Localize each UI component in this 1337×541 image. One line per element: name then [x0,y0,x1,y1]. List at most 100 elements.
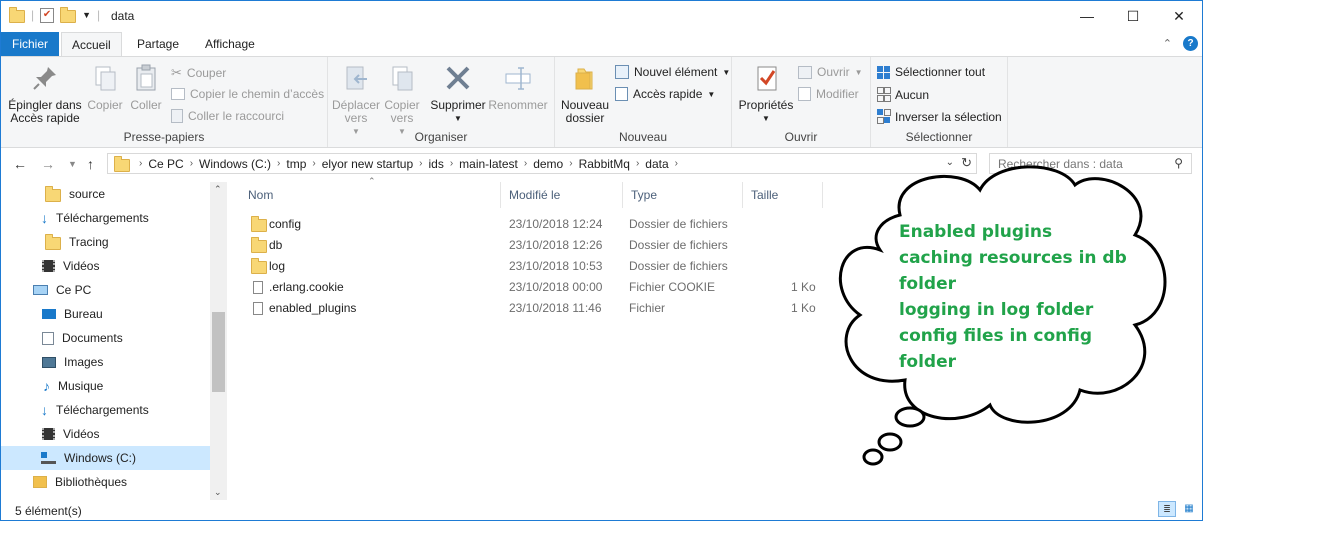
nav-item-this-pc[interactable]: Ce PC [33,278,91,302]
breadcrumb-item[interactable]: Ce PC [148,157,183,171]
move-to-button[interactable]: Déplacer vers ▼ [332,63,380,138]
breadcrumb-item[interactable]: main-latest [459,157,518,171]
rename-button[interactable]: Renommer [488,63,548,112]
computer-icon [33,285,48,295]
nav-item-videos[interactable]: Vidéos [42,254,99,278]
column-name[interactable]: Nom [240,182,501,208]
file-name: enabled_plugins [269,301,357,315]
drive-icon [41,452,56,464]
properties-qat-icon[interactable]: ✔ [40,7,55,23]
column-size[interactable]: Taille [743,182,823,208]
breadcrumb-item[interactable]: demo [533,157,563,171]
forward-arrow-icon[interactable]: → [41,156,55,172]
move-to-icon [346,66,367,90]
column-modified[interactable]: Modifié le [501,182,623,208]
chevron-right-icon[interactable]: › [636,158,639,169]
chevron-right-icon[interactable]: › [190,158,193,169]
minimize-button[interactable]: — [1064,1,1110,31]
breadcrumb-item[interactable]: RabbitMq [579,157,630,171]
recent-locations-icon[interactable]: ▼ [68,159,77,169]
nav-item-source[interactable]: source [45,182,105,206]
customize-qat-icon[interactable]: ▼ [82,10,91,20]
up-arrow-icon[interactable]: ↑ [87,156,94,172]
download-icon: ↓ [41,210,48,226]
open-group: Propriétés ▼ Ouvrir ▼ Modifier Ouvrir [732,57,871,147]
file-type: Fichier COOKIE [629,280,716,294]
nav-item-libraries[interactable]: Bibliothèques [33,470,127,494]
dropdown-arrow-icon: ▼ [707,89,716,99]
pin-quick-access-button[interactable]: Épingler dans Accès rapide [7,63,83,125]
delete-button[interactable]: Supprimer ▼ [430,63,486,125]
file-modified: 23/10/2018 11:46 [509,301,602,315]
chevron-right-icon: › [139,158,143,169]
new-item-button[interactable]: Nouvel élément ▼ [615,65,730,79]
properties-button[interactable]: Propriétés ▼ [736,63,796,125]
collapse-ribbon-icon[interactable]: ⌃ [1163,37,1172,50]
breadcrumb-item[interactable]: Windows (C:) [199,157,271,171]
select-all-button[interactable]: Sélectionner tout [877,65,985,79]
video-icon [42,428,55,440]
breadcrumb-item[interactable]: tmp [286,157,306,171]
copy-to-button[interactable]: Copier vers ▼ [380,63,424,138]
chevron-right-icon[interactable]: › [419,158,422,169]
nav-item-windows-c[interactable]: Windows (C:) [1,446,210,470]
video-icon [42,260,55,272]
breadcrumb-item[interactable]: data [645,157,668,171]
close-button[interactable]: ✕ [1156,1,1202,31]
chevron-right-icon[interactable]: › [569,158,572,169]
chevron-right-icon[interactable]: › [277,158,280,169]
open-button[interactable]: Ouvrir ▼ [798,65,863,79]
open-icon [798,65,812,79]
tab-share[interactable]: Partage [127,32,189,56]
ribbon-tabs: Fichier Accueil Partage Affichage ⌃ ? [1,32,1202,56]
copy-button[interactable]: Copier [85,63,125,112]
folder-icon [114,155,130,172]
nav-item-tracing[interactable]: Tracing [45,230,109,254]
chevron-right-icon[interactable]: › [524,158,527,169]
chevron-right-icon[interactable]: › [450,158,453,169]
invert-selection-button[interactable]: Inverser la sélection [877,109,1002,124]
file-modified: 23/10/2018 00:00 [509,280,603,294]
pin-icon [33,67,56,90]
cut-button[interactable]: ✂ Couper [171,65,226,81]
copy-path-button[interactable]: Copier le chemin d’accès [171,87,324,101]
nav-item-documents[interactable]: Documents [42,326,123,350]
select-none-button[interactable]: Aucun [877,87,929,102]
select-group-label: Sélectionner [905,130,973,144]
file-type: Fichier [629,301,666,315]
annotation-line: config files in config [899,326,1093,346]
scroll-up-icon[interactable]: ⌃ [214,184,222,195]
paste-shortcut-button[interactable]: Coller le raccourci [171,109,284,123]
file-modified: 23/10/2018 12:26 [509,238,603,252]
help-icon[interactable]: ? [1183,36,1198,51]
details-view-icon[interactable]: ≣ [1158,501,1176,517]
chevron-right-icon[interactable]: › [312,158,315,169]
nav-item-desktop[interactable]: Bureau [42,302,103,326]
breadcrumb-item[interactable]: elyor new startup [322,157,413,171]
modify-button[interactable]: Modifier [798,87,859,101]
scroll-down-icon[interactable]: ⌄ [214,487,222,498]
file-type: Dossier de fichiers [629,238,728,252]
nav-item-videos-pc[interactable]: Vidéos [42,422,99,446]
nav-item-images[interactable]: Images [42,350,103,374]
nav-scrollbar[interactable]: ⌃ ⌄ [210,182,227,500]
nav-item-music[interactable]: ♪ Musique [43,374,103,398]
easy-access-button[interactable]: Accès rapide ▼ [615,87,715,101]
scrollbar-thumb[interactable] [212,312,225,392]
tab-file[interactable]: Fichier [1,32,59,56]
breadcrumb-item[interactable]: ids [428,157,443,171]
nav-item-downloads[interactable]: ↓ Téléchargements [41,206,149,230]
paste-button[interactable]: Coller [127,63,165,112]
nav-item-downloads-pc[interactable]: ↓ Téléchargements [41,398,149,422]
column-type[interactable]: Type [623,182,743,208]
large-icons-view-icon[interactable]: ▦ [1180,501,1198,517]
new-folder-qat-icon[interactable] [60,7,77,23]
tab-view[interactable]: Affichage [195,32,265,56]
new-folder-button[interactable]: Nouveau dossier [559,63,611,125]
back-arrow-icon[interactable]: ← [13,156,27,172]
maximize-button[interactable]: ☐ [1110,1,1156,31]
chevron-right-icon[interactable]: › [675,158,678,169]
new-item-icon [615,65,629,79]
tab-home[interactable]: Accueil [61,32,122,56]
scissors-icon: ✂ [171,65,182,80]
